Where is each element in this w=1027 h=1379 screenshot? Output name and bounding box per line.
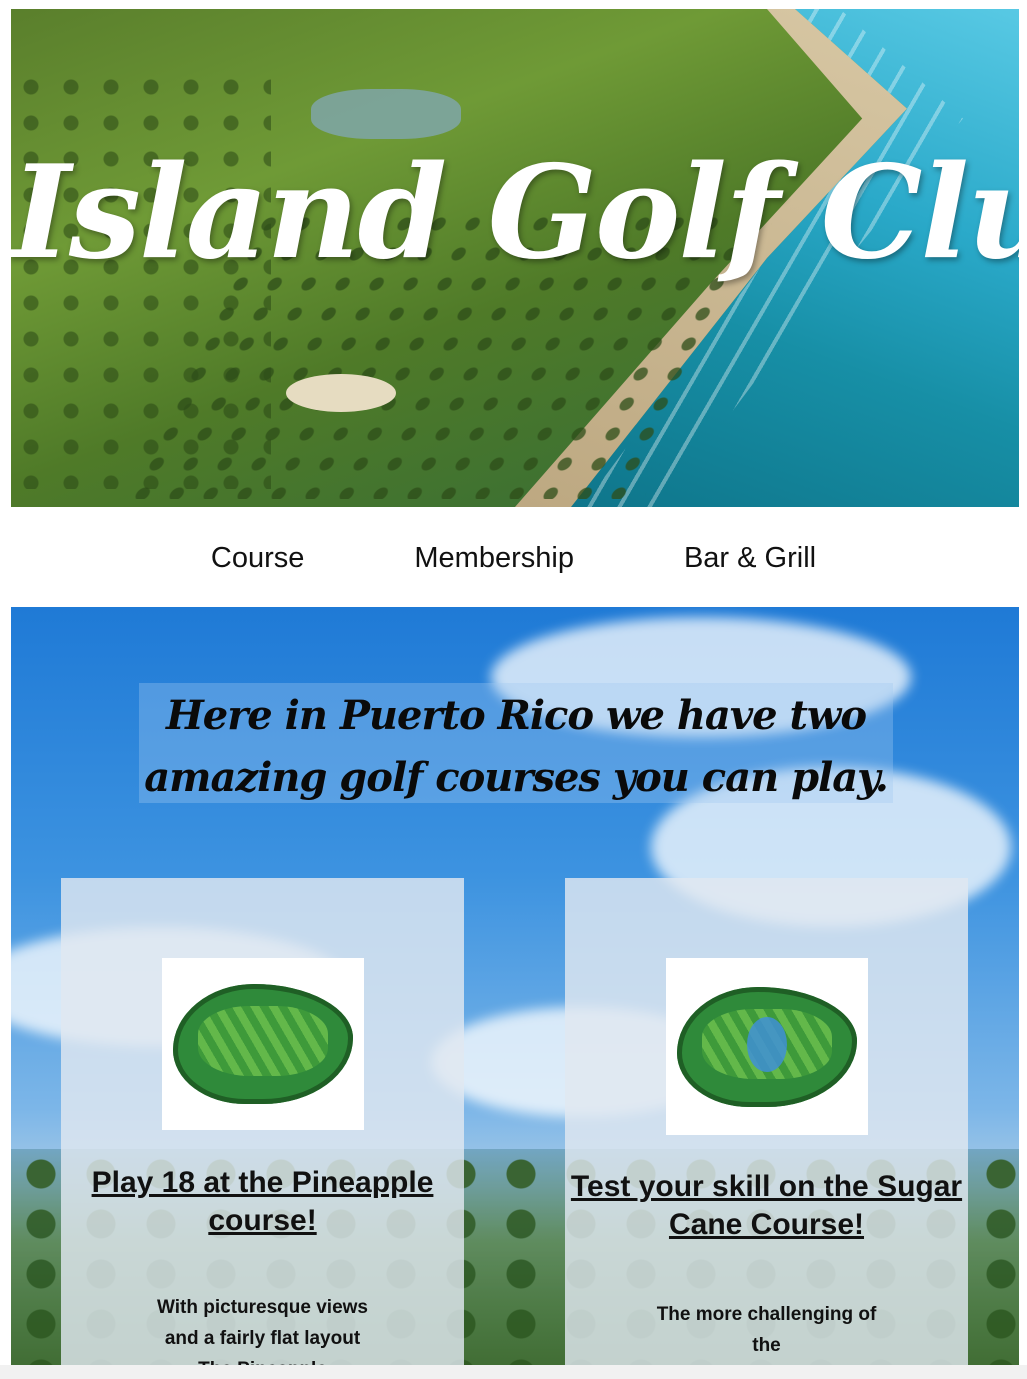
hero-sand-trap: [286, 374, 396, 412]
course-card-pineapple: Play 18 at the Pineapple course! With pi…: [61, 878, 464, 1379]
main-nav: Course Membership Bar & Grill: [0, 540, 1027, 580]
sugar-cane-course-map-image: [666, 958, 868, 1135]
section-headline: Here in Puerto Rico we have two amazing …: [144, 692, 889, 801]
hero-pond: [311, 89, 461, 139]
course-layout-graphic: [173, 984, 353, 1104]
pineapple-course-map-image: [162, 958, 364, 1130]
site-title: Island Golf Club: [11, 138, 1019, 288]
sugar-cane-course-description: The more challenging of the: [656, 1304, 877, 1356]
sugar-cane-course-link[interactable]: Test your skill on the Sugar Cane Course…: [565, 1168, 968, 1244]
course-card-sugar-cane: Test your skill on the Sugar Cane Course…: [565, 878, 968, 1379]
pineapple-course-link[interactable]: Play 18 at the Pineapple course!: [61, 1164, 464, 1240]
course-layout-graphic: [677, 986, 857, 1107]
nav-link-course[interactable]: Course: [211, 540, 305, 580]
nav-link-membership[interactable]: Membership: [414, 540, 574, 580]
page-bottom-edge: [0, 1365, 1027, 1379]
hero-banner: Island Golf Club: [11, 9, 1019, 507]
courses-section: Here in Puerto Rico we have two amazing …: [11, 607, 1019, 1379]
nav-link-bar-grill[interactable]: Bar & Grill: [684, 540, 816, 580]
